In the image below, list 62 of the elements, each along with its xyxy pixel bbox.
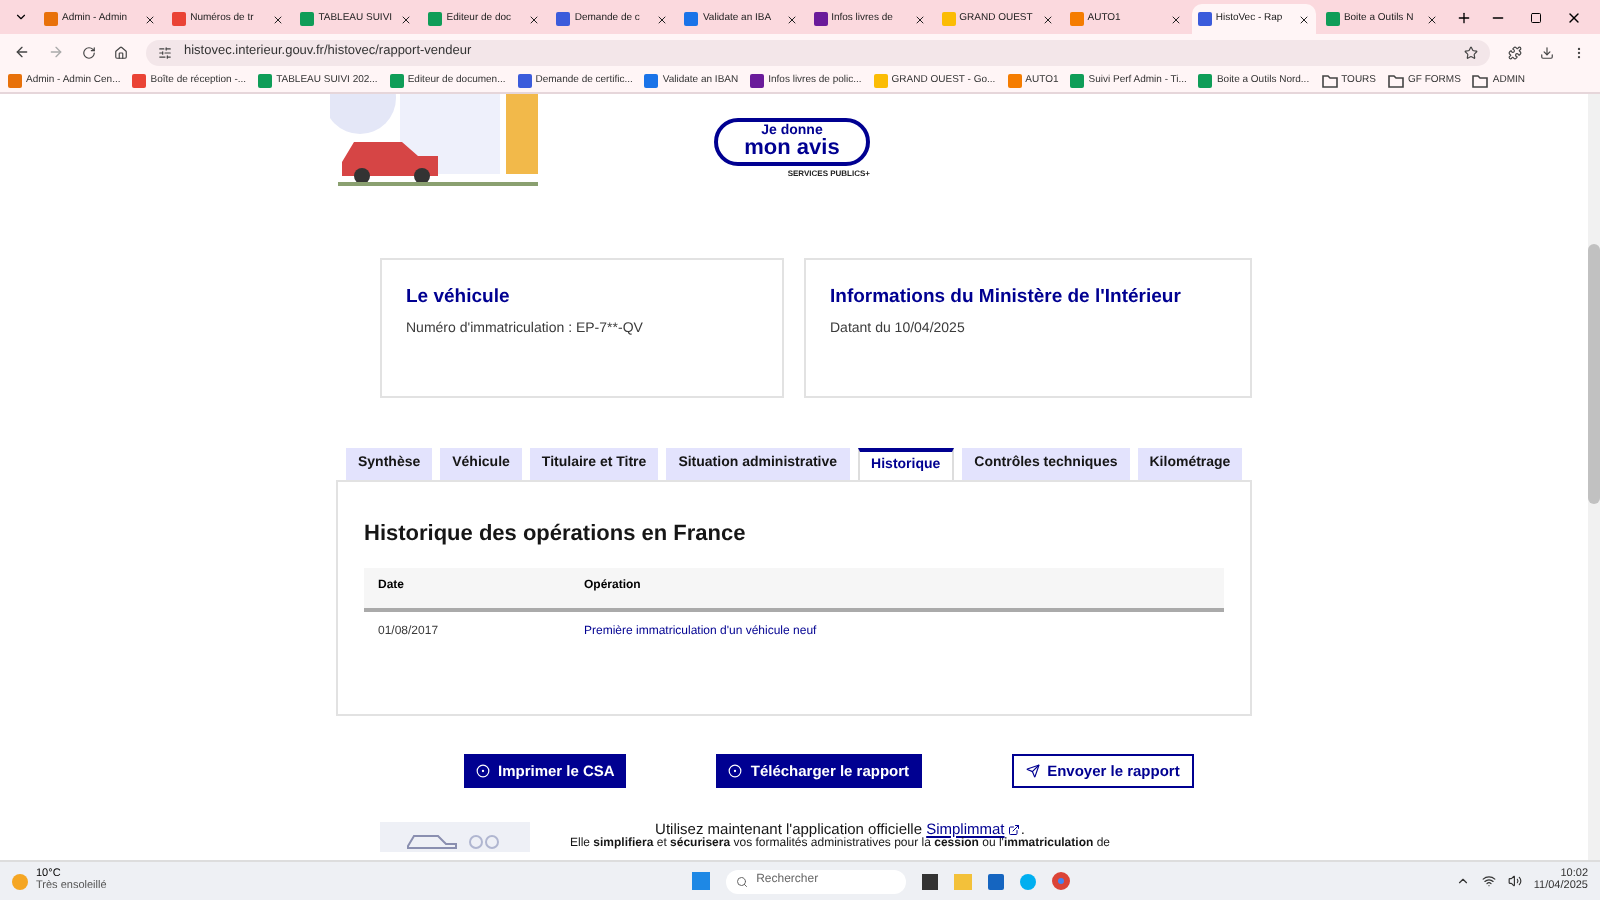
tab-search-icon[interactable] xyxy=(14,10,28,24)
favicon-icon xyxy=(517,74,532,88)
favicon-icon xyxy=(684,12,699,26)
star-icon[interactable] xyxy=(1464,45,1478,59)
scrollbar[interactable] xyxy=(1588,94,1600,860)
close-icon[interactable] xyxy=(656,13,669,25)
close-icon[interactable] xyxy=(400,13,413,25)
close-icon[interactable] xyxy=(1169,13,1182,25)
folder-icon xyxy=(1388,74,1405,88)
close-icon[interactable] xyxy=(785,13,798,25)
search-icon xyxy=(736,875,749,887)
favicon-icon xyxy=(941,12,956,26)
menu-icon[interactable] xyxy=(1572,45,1586,59)
folder-icon xyxy=(1321,74,1338,88)
close-icon[interactable] xyxy=(1041,13,1054,25)
favicon-icon xyxy=(556,12,571,26)
volume-icon[interactable] xyxy=(1507,874,1522,888)
favicon-icon xyxy=(873,74,888,88)
close-window-icon[interactable] xyxy=(1566,9,1583,25)
favicon-icon xyxy=(1197,12,1212,26)
reload-icon[interactable] xyxy=(82,45,96,59)
close-icon[interactable] xyxy=(913,13,926,25)
wifi-icon[interactable] xyxy=(1481,874,1496,888)
favicon-icon xyxy=(8,74,22,88)
extensions-icon[interactable] xyxy=(1508,45,1522,59)
circle-icon xyxy=(476,764,490,778)
close-icon[interactable] xyxy=(1297,13,1310,25)
external-link-icon xyxy=(1008,824,1021,837)
folder-icon xyxy=(1472,74,1489,88)
favicon-icon xyxy=(1007,74,1022,88)
close-icon[interactable] xyxy=(272,13,285,25)
restore-icon[interactable] xyxy=(1530,11,1543,23)
favicon-icon xyxy=(1198,74,1213,88)
favicon-icon xyxy=(1070,74,1085,88)
app-icon[interactable] xyxy=(922,873,939,889)
site-info-icon[interactable] xyxy=(158,45,172,59)
home-icon[interactable] xyxy=(114,45,128,59)
favicon-icon xyxy=(428,12,443,26)
close-icon[interactable] xyxy=(1426,13,1439,25)
send-icon xyxy=(1025,764,1040,778)
favicon-icon xyxy=(813,12,828,26)
favicon-icon xyxy=(1069,12,1084,26)
card-title: Le véhicule xyxy=(406,284,512,312)
favicon-icon xyxy=(132,74,147,88)
close-icon[interactable] xyxy=(528,13,541,25)
favicon-icon xyxy=(44,12,58,26)
favicon-icon xyxy=(644,74,659,88)
close-icon[interactable] xyxy=(144,13,157,25)
circle-icon xyxy=(728,764,743,778)
favicon-icon xyxy=(300,12,315,26)
panel-title: Historique des opérations en France xyxy=(364,520,748,550)
download-icon[interactable] xyxy=(1540,45,1554,59)
back-icon[interactable] xyxy=(14,44,30,60)
favicon-icon xyxy=(1325,12,1340,26)
card-title: Informations du Ministère de l'Intérieur xyxy=(830,284,1183,312)
favicon-icon xyxy=(389,74,404,88)
favicon-icon xyxy=(750,74,765,88)
favicon-icon xyxy=(258,74,273,88)
chevron-icon[interactable] xyxy=(1455,874,1470,888)
sun-icon xyxy=(12,873,28,889)
favicon-icon xyxy=(172,12,187,26)
new-tab-icon[interactable] xyxy=(1456,9,1473,25)
